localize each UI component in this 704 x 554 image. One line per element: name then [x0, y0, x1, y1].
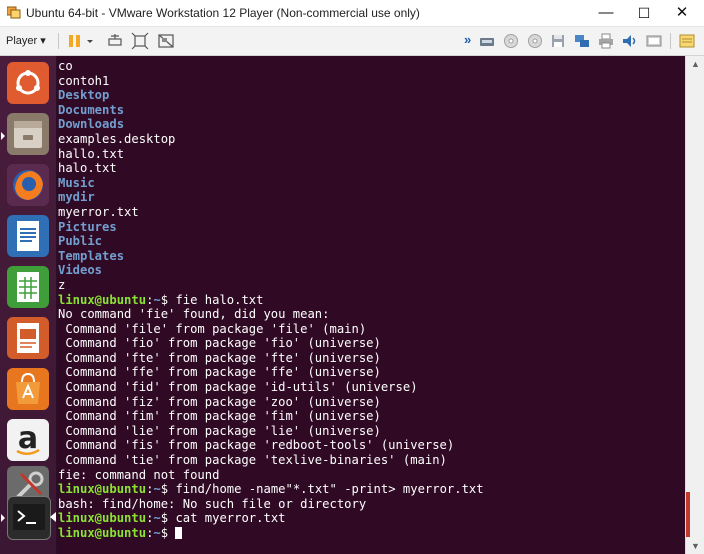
- cd-drive-icon[interactable]: [502, 32, 520, 50]
- output-line: Command 'lie' from package 'lie' (univer…: [58, 423, 381, 438]
- file-entry: hallo.txt: [58, 146, 125, 161]
- command-text: cat myerror.txt: [175, 511, 286, 526]
- pause-icon[interactable]: [66, 32, 84, 50]
- output-line: Command 'fiz' from package 'zoo' (univer…: [58, 394, 381, 409]
- fit-guest-icon[interactable]: [131, 32, 149, 50]
- libreoffice-writer-icon[interactable]: [7, 215, 49, 257]
- directory-entry: Templates: [58, 248, 125, 263]
- pause-menu-chevron-icon[interactable]: [84, 32, 96, 50]
- directory-entry: Public: [58, 234, 103, 249]
- prompt-user-host: linux@ubuntu: [58, 526, 147, 540]
- amazon-icon[interactable]: a: [7, 419, 49, 461]
- scroll-up-button[interactable]: ▲: [686, 56, 704, 72]
- terminal-output: co contoh1 Desktop Documents Downloads exampl…: [58, 59, 484, 541]
- prompt-path: ~: [153, 526, 161, 540]
- sound-icon[interactable]: [621, 32, 639, 50]
- directory-entry: Videos: [58, 263, 103, 278]
- output-line: bash: find/home: No such file or directo…: [58, 496, 367, 511]
- floppy-icon[interactable]: [549, 32, 567, 50]
- file-entry: contoh1: [58, 73, 110, 88]
- vmware-toolbar: Player ▾ »: [0, 27, 704, 56]
- usb-device-icon[interactable]: [478, 32, 496, 50]
- output-line: Command 'fid' from package 'id-utils' (u…: [58, 380, 418, 395]
- send-ctrl-alt-del-icon[interactable]: [106, 32, 124, 50]
- output-line: Command 'fim' from package 'fim' (univer…: [58, 409, 381, 424]
- prompt-symbol: $: [160, 482, 176, 497]
- files-icon[interactable]: [7, 113, 49, 155]
- running-indicator: [1, 514, 5, 522]
- prompt-user-host: linux@ubuntu: [58, 482, 147, 497]
- directory-entry: Downloads: [58, 117, 125, 132]
- output-line: No command 'fie' found, did you mean:: [58, 307, 330, 322]
- terminal-icon[interactable]: [7, 496, 51, 540]
- terminal-prompt-line: linux@ubuntu:~$: [58, 526, 484, 541]
- toolbar-separator: [670, 33, 671, 49]
- file-entry: examples.desktop: [58, 131, 176, 146]
- text-cursor: [175, 527, 183, 539]
- libreoffice-impress-icon[interactable]: [7, 317, 49, 359]
- prompt-path: ~: [153, 482, 161, 497]
- output-line: fie: command not found: [58, 467, 220, 482]
- unity-mode-icon[interactable]: [157, 32, 175, 50]
- close-button[interactable]: ✕: [664, 0, 700, 26]
- file-entry: z: [58, 277, 66, 292]
- command-text: fie halo.txt: [175, 292, 264, 307]
- vertical-scrollbar[interactable]: ▲ ▼: [685, 56, 704, 554]
- window-title: Ubuntu 64-bit - VMware Workstation 12 Pl…: [26, 6, 420, 20]
- directory-entry: Pictures: [58, 219, 117, 234]
- player-menu-label: Player: [6, 35, 38, 47]
- maximize-button[interactable]: ☐: [626, 0, 662, 26]
- output-line: Command 'ffe' from package 'ffe' (univer…: [58, 365, 381, 380]
- printer-icon[interactable]: [597, 32, 615, 50]
- window-title-bar: Ubuntu 64-bit - VMware Workstation 12 Pl…: [0, 0, 704, 27]
- directory-entry: mydir: [58, 190, 95, 205]
- terminal-prompt-line: linux@ubuntu:~$ fie halo.txt: [58, 293, 484, 308]
- output-line: Command 'fio' from package 'fio' (univer…: [58, 336, 381, 351]
- output-line: Command 'tie' from package 'texlive-bina…: [58, 453, 447, 468]
- prompt-user-host: linux@ubuntu: [58, 292, 147, 307]
- directory-entry: Desktop: [58, 88, 110, 103]
- scrollbar-thumb[interactable]: [686, 492, 690, 537]
- prompt-symbol: $: [160, 526, 176, 540]
- firefox-icon[interactable]: [7, 164, 49, 206]
- command-text: find/home -name"*.txt" -print> myerror.t…: [175, 482, 484, 497]
- display-icon[interactable]: [645, 32, 663, 50]
- output-line: Command 'fis' from package 'redboot-tool…: [58, 438, 455, 453]
- output-line: Command 'file' from package 'file' (main…: [58, 321, 367, 336]
- chevron-down-icon: ▾: [40, 35, 46, 47]
- message-log-icon[interactable]: [678, 32, 696, 50]
- file-entry: co: [58, 59, 73, 73]
- scroll-down-button[interactable]: ▼: [686, 538, 704, 554]
- output-line: Command 'fte' from package 'fte' (univer…: [58, 350, 381, 365]
- prompt-symbol: $: [160, 511, 176, 526]
- toolbar-more-button[interactable]: »: [464, 32, 471, 47]
- file-entry: myerror.txt: [58, 204, 139, 219]
- prompt-path: ~: [153, 511, 161, 526]
- directory-entry: Music: [58, 175, 95, 190]
- terminal-window[interactable]: co contoh1 Desktop Documents Downloads exampl…: [57, 56, 685, 554]
- active-app-indicator: [50, 512, 56, 522]
- cd-drive-2-icon[interactable]: [526, 32, 544, 50]
- toolbar-separator: [58, 33, 59, 49]
- terminal-prompt-line: linux@ubuntu:~$ cat myerror.txt: [58, 511, 484, 526]
- prompt-path: ~: [153, 292, 161, 307]
- network-adapter-icon[interactable]: [573, 32, 591, 50]
- minimize-button[interactable]: —: [588, 0, 624, 26]
- terminal-prompt-line: linux@ubuntu:~$ find/home -name"*.txt" -…: [58, 482, 484, 497]
- unity-launcher: a: [0, 56, 57, 554]
- prompt-symbol: $: [160, 292, 176, 307]
- libreoffice-calc-icon[interactable]: [7, 266, 49, 308]
- file-entry: halo.txt: [58, 161, 117, 176]
- prompt-user-host: linux@ubuntu: [58, 511, 147, 526]
- directory-entry: Documents: [58, 102, 125, 117]
- ubuntu-dash-icon[interactable]: [7, 62, 49, 104]
- vmware-app-icon: [6, 6, 21, 19]
- running-indicator: [1, 132, 5, 140]
- ubuntu-software-icon[interactable]: [7, 368, 49, 410]
- player-menu-button[interactable]: Player ▾: [6, 32, 46, 50]
